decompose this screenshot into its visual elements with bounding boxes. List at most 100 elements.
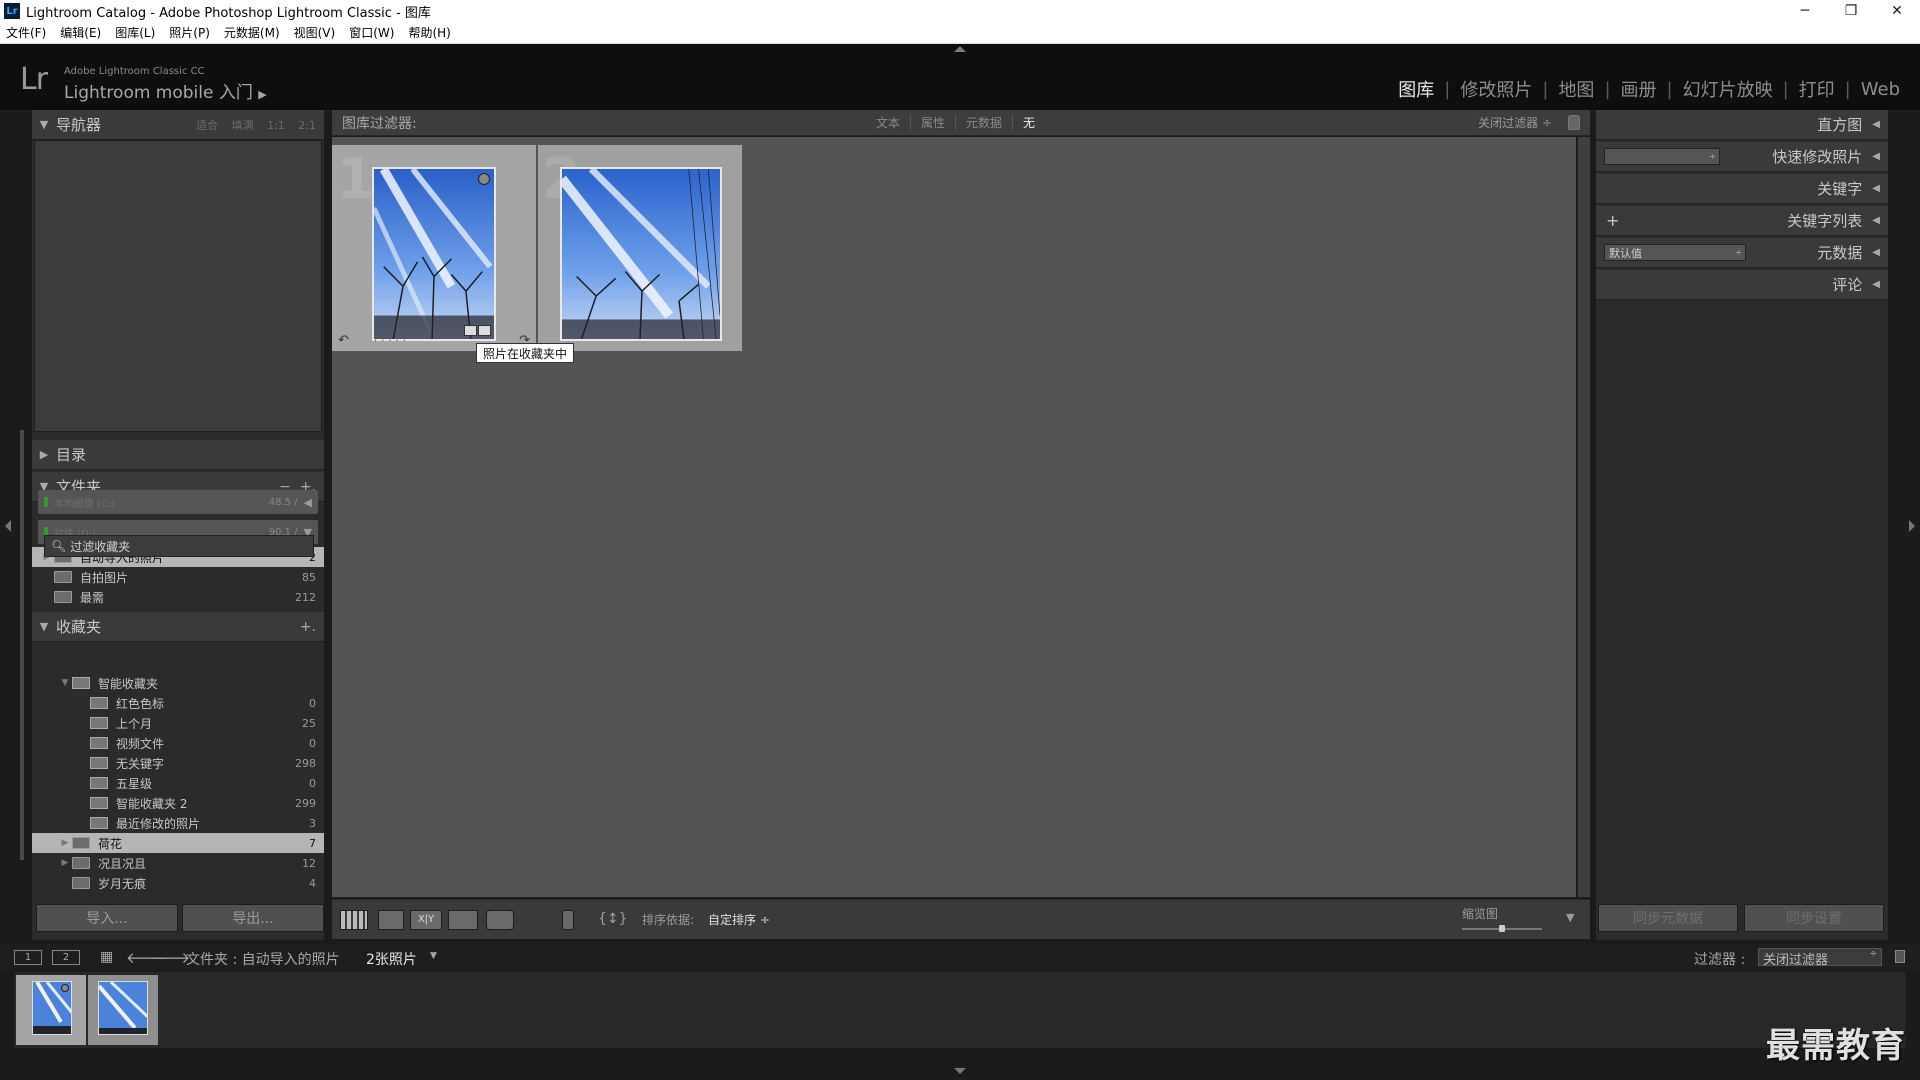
filmstrip-filter-select[interactable]: 关闭过滤器 ÷ (1758, 948, 1882, 968)
smart-collection-red[interactable]: 红色色标 0 (32, 693, 324, 713)
lock-icon[interactable] (1568, 115, 1580, 130)
grid-cell[interactable]: 1 ····· ↶ ↷ (332, 145, 536, 351)
filmstrip-cell[interactable] (16, 975, 86, 1045)
photo-count[interactable]: 2张照片 (366, 949, 417, 969)
left-panel-toggle-icon[interactable] (5, 520, 11, 532)
filter-lock-icon[interactable] (1895, 950, 1905, 963)
smart-collection-2[interactable]: 智能收藏夹 2 299 (32, 793, 324, 813)
in-collection-icon[interactable] (463, 325, 491, 336)
menu-view[interactable]: 视图(V) (294, 24, 336, 41)
navigator-preview[interactable] (34, 140, 322, 432)
toolbar-menu-arrow-icon[interactable]: ▼ (1566, 911, 1574, 924)
bottom-panel-toggle-icon[interactable] (954, 1068, 966, 1074)
quick-develop-preset-select[interactable]: ÷ (1604, 148, 1720, 165)
module-book[interactable]: 画册 (1611, 76, 1667, 102)
menu-edit[interactable]: 编辑(E) (60, 24, 101, 41)
quick-collection-icon[interactable] (478, 173, 490, 185)
survey-view-icon[interactable] (448, 910, 478, 930)
smart-collection-last-month[interactable]: 上个月 25 (32, 713, 324, 733)
filter-tab-none[interactable]: 无 (1013, 114, 1045, 131)
main-window-button[interactable]: 1 (14, 950, 42, 965)
sync-metadata-button[interactable]: 同步元数据 (1598, 904, 1738, 932)
folder-item-zuixu[interactable]: 最需 212 (32, 587, 324, 607)
thumbnail-grid[interactable]: 1 ····· ↶ ↷ 2 (332, 137, 1576, 897)
menu-photo[interactable]: 照片(P) (169, 24, 210, 41)
comments-header[interactable]: 评论 ◀ (1596, 270, 1888, 300)
keywording-header[interactable]: 关键字 ◀ (1596, 174, 1888, 204)
loupe-view-icon[interactable] (378, 910, 404, 930)
module-map[interactable]: 地图 (1548, 76, 1604, 102)
navigator-zoom-options[interactable]: 适合 填满 1:1 2:1 (196, 117, 316, 133)
export-button[interactable]: 导出... (182, 904, 324, 932)
collection-filter-field[interactable]: 🔍︎ 过滤收藏夹 (44, 535, 314, 557)
quick-collection-icon[interactable] (61, 984, 69, 992)
compare-view-icon[interactable]: X|Y (410, 910, 442, 930)
menu-file[interactable]: 文件(F) (6, 24, 46, 41)
grid-view-icon[interactable] (340, 910, 368, 930)
rotate-left-icon[interactable]: ↶ (338, 333, 349, 348)
left-panel-scrollbar[interactable] (20, 430, 24, 860)
collection-set-lotus[interactable]: ▶ 荷花 7 (32, 833, 324, 853)
right-panel-toggle-icon[interactable] (1909, 520, 1915, 532)
add-collection-button[interactable]: +. (300, 619, 316, 635)
filmstrip[interactable] (14, 972, 1906, 1048)
folder-item-selfie[interactable]: 自拍图片 85 (32, 567, 324, 587)
module-print[interactable]: 打印 (1789, 76, 1845, 102)
metadata-header[interactable]: 默认值 ÷ 元数据 ◀ (1596, 238, 1888, 268)
source-menu-arrow-icon[interactable]: ▼ (430, 951, 437, 961)
metadata-preset-select[interactable]: 默认值 ÷ (1604, 244, 1746, 261)
filter-preset-select[interactable]: 关闭过滤器 ÷ (1478, 114, 1552, 131)
minimize-button[interactable]: ─ (1782, 0, 1828, 22)
filmstrip-source[interactable]: 文件夹 : 自动导入的照片 (186, 949, 340, 969)
navigator-header[interactable]: ▼ 导航器 适合 填满 1:1 2:1 (32, 110, 324, 140)
import-button[interactable]: 导入... (36, 904, 178, 932)
smart-collection-video[interactable]: 视频文件 0 (32, 733, 324, 753)
module-web[interactable]: Web (1851, 79, 1910, 100)
collection-set-kuangqie[interactable]: ▶ 况且况且 12 (32, 853, 324, 873)
filter-tab-metadata[interactable]: 元数据 (956, 114, 1014, 131)
photo-thumbnail[interactable] (560, 167, 722, 341)
module-develop[interactable]: 修改照片 (1450, 76, 1542, 102)
smart-collection-no-keyword[interactable]: 无关键字 298 (32, 753, 324, 773)
sync-settings-button[interactable]: 同步设置 (1744, 904, 1884, 932)
grid-cell[interactable]: 2 (538, 145, 742, 351)
keyword-list-header[interactable]: + 关键字列表 ◀ (1596, 206, 1888, 236)
filmstrip-thumbnail[interactable] (32, 981, 72, 1035)
collections-header[interactable]: ▼ 收藏夹 +. (32, 612, 324, 642)
collection-set-suiyue[interactable]: 岁月无痕 4 (32, 873, 324, 893)
quick-develop-header[interactable]: ÷ 快速修改照片 ◀ (1596, 142, 1888, 172)
close-button[interactable]: ✕ (1874, 0, 1920, 22)
catalog-header[interactable]: ▶ 目录 (32, 440, 324, 470)
histogram-header[interactable]: 直方图 ◀ (1596, 110, 1888, 140)
menu-library[interactable]: 图库(L) (115, 24, 155, 41)
rating-stars[interactable]: ····· (374, 336, 410, 347)
smart-collection-set[interactable]: ▼ 智能收藏夹 (32, 673, 324, 693)
menu-window[interactable]: 窗口(W) (349, 24, 394, 41)
module-slideshow[interactable]: 幻灯片放映 (1673, 76, 1783, 102)
restore-button[interactable]: ❐ (1828, 0, 1874, 22)
smart-collection-recent[interactable]: 最近修改的照片 3 (32, 813, 324, 833)
filter-tab-attribute[interactable]: 属性 (911, 114, 957, 131)
sort-direction-icon[interactable]: {↕} (598, 911, 628, 927)
identity-plate[interactable]: Lightroom mobile 入门 ▶ (64, 78, 267, 103)
slider-knob[interactable] (1499, 925, 1505, 932)
secondary-window-button[interactable]: 2 (52, 950, 80, 965)
menu-help[interactable]: 帮助(H) (408, 24, 450, 41)
grid-scrollbar[interactable] (1576, 137, 1590, 897)
people-view-icon[interactable] (486, 910, 514, 930)
filter-tab-text[interactable]: 文本 (866, 114, 912, 131)
painter-icon[interactable] (562, 910, 574, 930)
grid-icon[interactable]: ▦ (100, 949, 113, 965)
filmstrip-cell[interactable] (88, 975, 158, 1045)
menu-metadata[interactable]: 元数据(M) (224, 24, 280, 41)
sort-select[interactable]: 自定排序 ÷ (708, 911, 770, 928)
filmstrip-thumbnail[interactable] (98, 981, 148, 1035)
photo-thumbnail[interactable] (372, 167, 496, 341)
module-library[interactable]: 图库 (1388, 76, 1444, 102)
top-panel-toggle-icon[interactable] (954, 46, 966, 52)
add-keyword-button[interactable]: + (1606, 211, 1619, 230)
smart-collection-five-star[interactable]: 五星级 0 (32, 773, 324, 793)
forward-arrow-icon[interactable]: 🡒 (150, 948, 190, 967)
thumbnail-size-slider[interactable] (1462, 925, 1542, 932)
volume-c[interactable]: 本地磁盘 (C:) 48.5 / ◀ (38, 490, 318, 514)
